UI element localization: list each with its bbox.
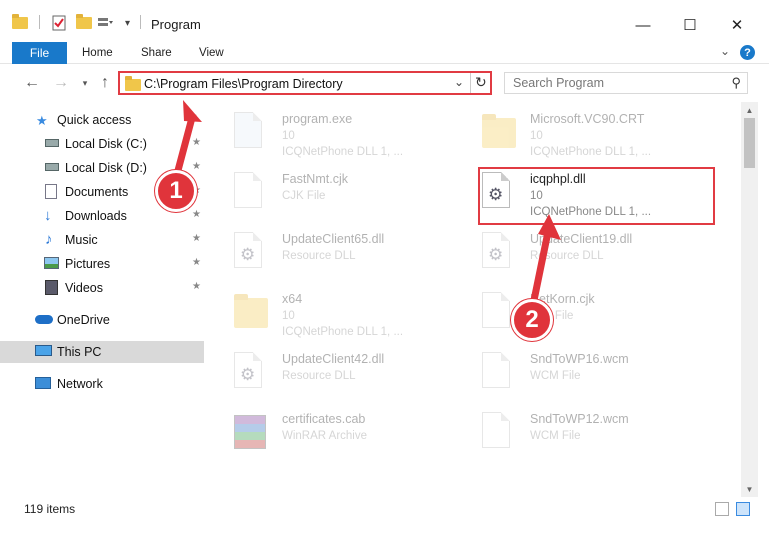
- step-2-badge: 2: [511, 299, 553, 341]
- step-1-badge: 1: [155, 170, 197, 212]
- annotation-arrows: [172, 100, 561, 311]
